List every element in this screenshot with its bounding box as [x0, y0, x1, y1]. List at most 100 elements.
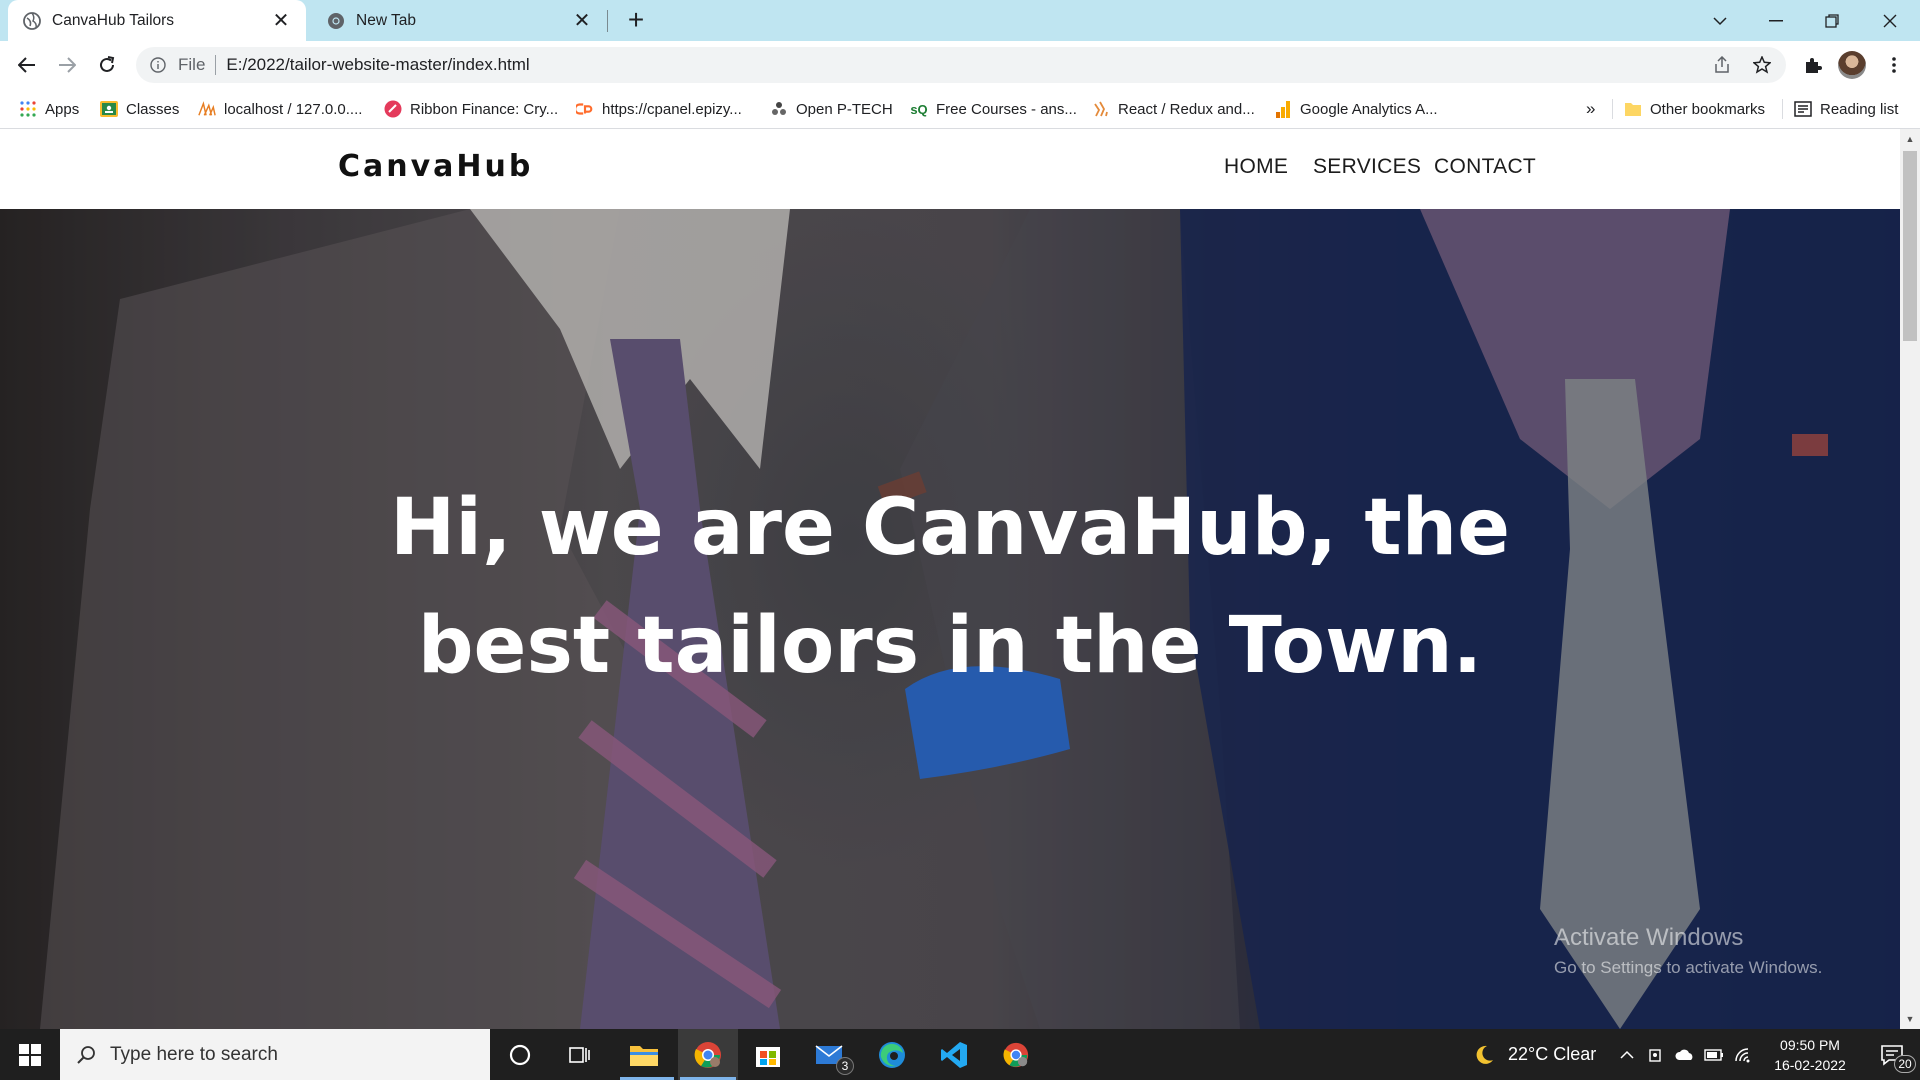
- classroom-icon: [100, 100, 118, 118]
- start-button[interactable]: [2, 1029, 58, 1080]
- bookmark-star-icon[interactable]: [1748, 55, 1776, 75]
- bookmark-cpanel[interactable]: https://cpanel.epizy...: [576, 89, 742, 129]
- meet-now-icon[interactable]: [1642, 1029, 1670, 1080]
- bookmark-label: Apps: [45, 100, 80, 118]
- url-text[interactable]: E:/2022/tailor-website-master/index.html: [226, 55, 529, 75]
- address-bar[interactable]: File E:/2022/tailor-website-master/index…: [136, 47, 1786, 83]
- page-scrollbar[interactable]: ▲ ▼: [1900, 129, 1920, 1029]
- file-explorer-icon[interactable]: [616, 1029, 672, 1080]
- apps-grid-icon: [19, 100, 37, 118]
- extensions-puzzle-icon[interactable]: [1799, 55, 1827, 75]
- scroll-thumb[interactable]: [1903, 151, 1917, 341]
- tab-new-tab[interactable]: New Tab ✕: [312, 0, 607, 41]
- close-window-button[interactable]: [1862, 0, 1918, 41]
- bookmarks-divider: [1782, 99, 1783, 119]
- search-icon: [76, 1045, 96, 1065]
- url-scheme-label: File: [178, 55, 206, 74]
- close-tab-icon[interactable]: ✕: [571, 8, 593, 33]
- folder-icon: [1624, 100, 1642, 118]
- activate-windows-subtitle: Go to Settings to activate Windows.: [1554, 958, 1823, 977]
- restore-button[interactable]: [1804, 0, 1860, 41]
- scroll-up-arrow-icon[interactable]: ▲: [1900, 131, 1920, 147]
- clock-time: 09:50 PM: [1780, 1037, 1840, 1053]
- tray-chevron-up-icon[interactable]: [1612, 1029, 1642, 1080]
- bookmark-google-analytics[interactable]: Google Analytics A...: [1274, 89, 1438, 129]
- reload-button[interactable]: [91, 49, 123, 81]
- weather-moon-icon[interactable]: [1458, 1029, 1510, 1080]
- close-tab-icon[interactable]: ✕: [270, 8, 292, 33]
- bookmark-label: Other bookmarks: [1650, 100, 1766, 118]
- bookmark-open-ptech[interactable]: Open P-TECH: [770, 89, 893, 129]
- bookmark-other-bookmarks[interactable]: Other bookmarks: [1624, 89, 1765, 129]
- url-divider: [215, 55, 217, 75]
- bookmark-apps[interactable]: Apps: [19, 89, 79, 129]
- bookmark-free-courses[interactable]: sQ Free Courses - ans...: [910, 89, 1077, 129]
- bookmark-react-redux[interactable]: React / Redux and...: [1092, 89, 1255, 129]
- new-tab-button[interactable]: +: [620, 5, 652, 37]
- ribbon-icon: [384, 100, 402, 118]
- mail-icon[interactable]: 3: [802, 1029, 858, 1080]
- bookmark-label: Open P-TECH: [796, 100, 893, 118]
- hero-banner: Hi, we are CanvaHub, the best tailors in…: [0, 209, 1900, 1029]
- task-view-button[interactable]: [552, 1029, 608, 1080]
- onedrive-cloud-icon[interactable]: [1670, 1029, 1700, 1080]
- ptech-icon: [770, 100, 788, 118]
- weather-text[interactable]: 22°C Clear: [1508, 1029, 1596, 1080]
- nav-link-contact[interactable]: CONTACT: [1434, 155, 1536, 179]
- cpanel-icon: [576, 100, 594, 118]
- bookmarks-divider: [1612, 99, 1613, 119]
- bookmark-label: Google Analytics A...: [1300, 100, 1438, 118]
- bookmark-classes[interactable]: Classes: [100, 89, 179, 129]
- site-header: CanvaHub HOME SERVICES CONTACT: [0, 129, 1900, 209]
- bookmark-localhost[interactable]: localhost / 127.0.0....: [198, 89, 362, 129]
- taskbar-clock[interactable]: 09:50 PM 16-02-2022: [1760, 1035, 1860, 1075]
- taskbar-search-input[interactable]: Type here to search: [60, 1029, 490, 1080]
- bookmark-label: localhost / 127.0.0....: [224, 100, 363, 118]
- bookmark-label: https://cpanel.epizy...: [602, 100, 742, 118]
- profile-avatar[interactable]: [1838, 51, 1866, 79]
- browser-toolbar: File E:/2022/tailor-website-master/index…: [0, 41, 1920, 89]
- battery-icon[interactable]: [1700, 1029, 1728, 1080]
- reading-list-button[interactable]: Reading list: [1794, 89, 1898, 129]
- minimize-button[interactable]: [1748, 0, 1804, 41]
- chrome-secondary-icon[interactable]: [988, 1029, 1044, 1080]
- reading-list-icon: [1794, 100, 1812, 118]
- menu-kebab-icon[interactable]: [1880, 55, 1908, 75]
- notifications-icon[interactable]: 20: [1864, 1029, 1920, 1080]
- bookmark-label: Reading list: [1820, 100, 1899, 118]
- tab-canvahub-tailors[interactable]: CanvaHub Tailors ✕: [8, 0, 306, 41]
- wifi-icon[interactable]: [1728, 1029, 1758, 1080]
- share-icon[interactable]: [1708, 55, 1736, 75]
- mail-badge: 3: [836, 1057, 854, 1075]
- activate-windows-title: Activate Windows: [1554, 924, 1744, 951]
- chrome-icon: [326, 11, 346, 31]
- bookmarks-bar: Apps Classes localhost / 127.0.0.... Rib…: [0, 89, 1920, 129]
- chrome-taskbar-icon[interactable]: [678, 1029, 738, 1080]
- activate-windows-watermark: Activate Windows Go to Settings to activ…: [1554, 924, 1822, 978]
- site-logo[interactable]: CanvaHub: [338, 149, 533, 184]
- tab-divider: [607, 10, 608, 32]
- info-icon[interactable]: [148, 55, 168, 75]
- search-placeholder: Type here to search: [110, 1043, 278, 1065]
- scroll-down-arrow-icon[interactable]: ▼: [1900, 1011, 1920, 1027]
- tab-search-chevron-icon[interactable]: [1692, 0, 1748, 41]
- back-button[interactable]: [11, 49, 43, 81]
- hero-heading-line-2: best tailors in the Town.: [417, 601, 1483, 691]
- analytics-icon: [1274, 100, 1292, 118]
- bookmark-label: Classes: [126, 100, 180, 118]
- edge-icon[interactable]: [864, 1029, 920, 1080]
- nav-link-services[interactable]: SERVICES: [1313, 155, 1421, 179]
- vscode-icon[interactable]: [926, 1029, 982, 1080]
- windows-taskbar: Type here to search 3 22°C Clear 09:50 P…: [0, 1029, 1920, 1080]
- microsoft-store-icon[interactable]: [740, 1029, 796, 1080]
- notifications-badge: 20: [1894, 1055, 1916, 1073]
- tab-title: CanvaHub Tailors: [52, 11, 175, 29]
- tab-title: New Tab: [356, 11, 417, 29]
- nav-link-home[interactable]: HOME: [1224, 155, 1288, 179]
- cortana-button[interactable]: [492, 1029, 548, 1080]
- bookmarks-overflow-button[interactable]: »: [1586, 89, 1595, 129]
- bookmark-ribbon-finance[interactable]: Ribbon Finance: Cry...: [384, 89, 558, 129]
- forward-button[interactable]: [51, 49, 83, 81]
- redux-icon: [1092, 100, 1110, 118]
- hero-heading-line-1: Hi, we are CanvaHub, the: [389, 483, 1511, 573]
